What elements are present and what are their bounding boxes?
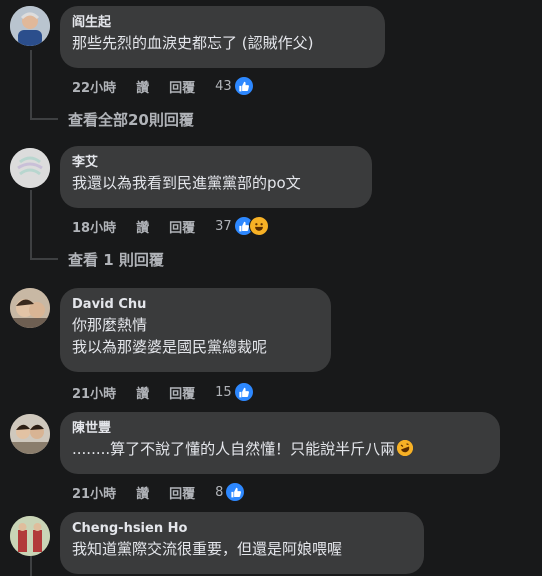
reaction-count[interactable]: 8 [215, 485, 223, 500]
avatar[interactable] [10, 516, 50, 556]
timestamp[interactable]: 21小時 [72, 483, 116, 502]
comment-text: ........算了不說了懂的人自然懂！只能說半斤八兩 [72, 438, 488, 460]
comment-bubble: 陳世豐 ........算了不說了懂的人自然懂！只能說半斤八兩 [60, 412, 500, 474]
comment-actions: 18小時 讚 回覆 37 [72, 216, 269, 236]
comment-actions: 21小時 讚 回覆 15 [72, 382, 254, 402]
like-reaction-icon[interactable] [233, 382, 254, 402]
thread-line [30, 50, 32, 118]
avatar[interactable] [10, 148, 50, 188]
comment-text: 我以為那婆婆是國民黨總裁呢 [72, 338, 268, 356]
comment-author[interactable]: 李艾 [72, 154, 360, 172]
comment-text: 我還以為我看到民進黨黨部的po文 [72, 174, 301, 192]
reply-button[interactable]: 回覆 [169, 217, 195, 236]
thread-line [30, 556, 32, 576]
thread-line [30, 190, 32, 258]
timestamp[interactable]: 22小時 [72, 77, 116, 96]
reaction-count[interactable]: 43 [215, 79, 232, 94]
like-button[interactable]: 讚 [136, 383, 149, 402]
comment-bubble: 阎生起 那些先烈的血淚史都忘了 (認賊作父) [60, 6, 385, 68]
like-button[interactable]: 讚 [136, 77, 149, 96]
avatar[interactable] [10, 414, 50, 454]
reaction-count[interactable]: 15 [215, 385, 232, 400]
like-button[interactable]: 讚 [136, 217, 149, 236]
comment-author[interactable]: David Chu [72, 296, 319, 314]
comment-text: 你那麼熱情 [72, 316, 148, 334]
view-replies-link[interactable]: 查看全部20則回覆 [68, 110, 194, 130]
comment-text: 我知道黨際交流很重要，但還是阿娘喂喔 [72, 540, 343, 558]
like-button[interactable]: 讚 [136, 483, 149, 502]
comment-author[interactable]: 陳世豐 [72, 420, 488, 438]
comment-actions: 22小時 讚 回覆 43 [72, 76, 254, 96]
comment-bubble: Cheng-hsien Ho 我知道黨際交流很重要，但還是阿娘喂喔 [60, 512, 424, 574]
comment-text-content: ........算了不說了懂的人自然懂！只能說半斤八兩 [72, 440, 396, 458]
reply-button[interactable]: 回覆 [169, 483, 195, 502]
reply-button[interactable]: 回覆 [169, 383, 195, 402]
comment-author[interactable]: 阎生起 [72, 14, 373, 32]
thread-line [30, 258, 58, 260]
comment-author[interactable]: Cheng-hsien Ho [72, 520, 412, 538]
comment-bubble: David Chu 你那麼熱情 我以為那婆婆是國民黨總裁呢 [60, 288, 331, 372]
rofl-emoji-icon [397, 440, 414, 456]
timestamp[interactable]: 21小時 [72, 383, 116, 402]
reaction-count[interactable]: 37 [215, 219, 232, 234]
comment-actions: 21小時 讚 回覆 8 [72, 482, 246, 502]
haha-reaction-icon[interactable] [248, 216, 269, 236]
timestamp[interactable]: 18小時 [72, 217, 116, 236]
like-reaction-icon[interactable] [233, 76, 254, 96]
avatar[interactable] [10, 288, 50, 328]
avatar[interactable] [10, 6, 50, 46]
reply-button[interactable]: 回覆 [169, 77, 195, 96]
view-replies-link[interactable]: 查看 1 則回覆 [68, 250, 164, 270]
thread-line [30, 118, 58, 120]
like-reaction-icon[interactable] [225, 482, 246, 502]
comment-text: 那些先烈的血淚史都忘了 (認賊作父) [72, 34, 314, 52]
comment-bubble: 李艾 我還以為我看到民進黨黨部的po文 [60, 146, 372, 208]
